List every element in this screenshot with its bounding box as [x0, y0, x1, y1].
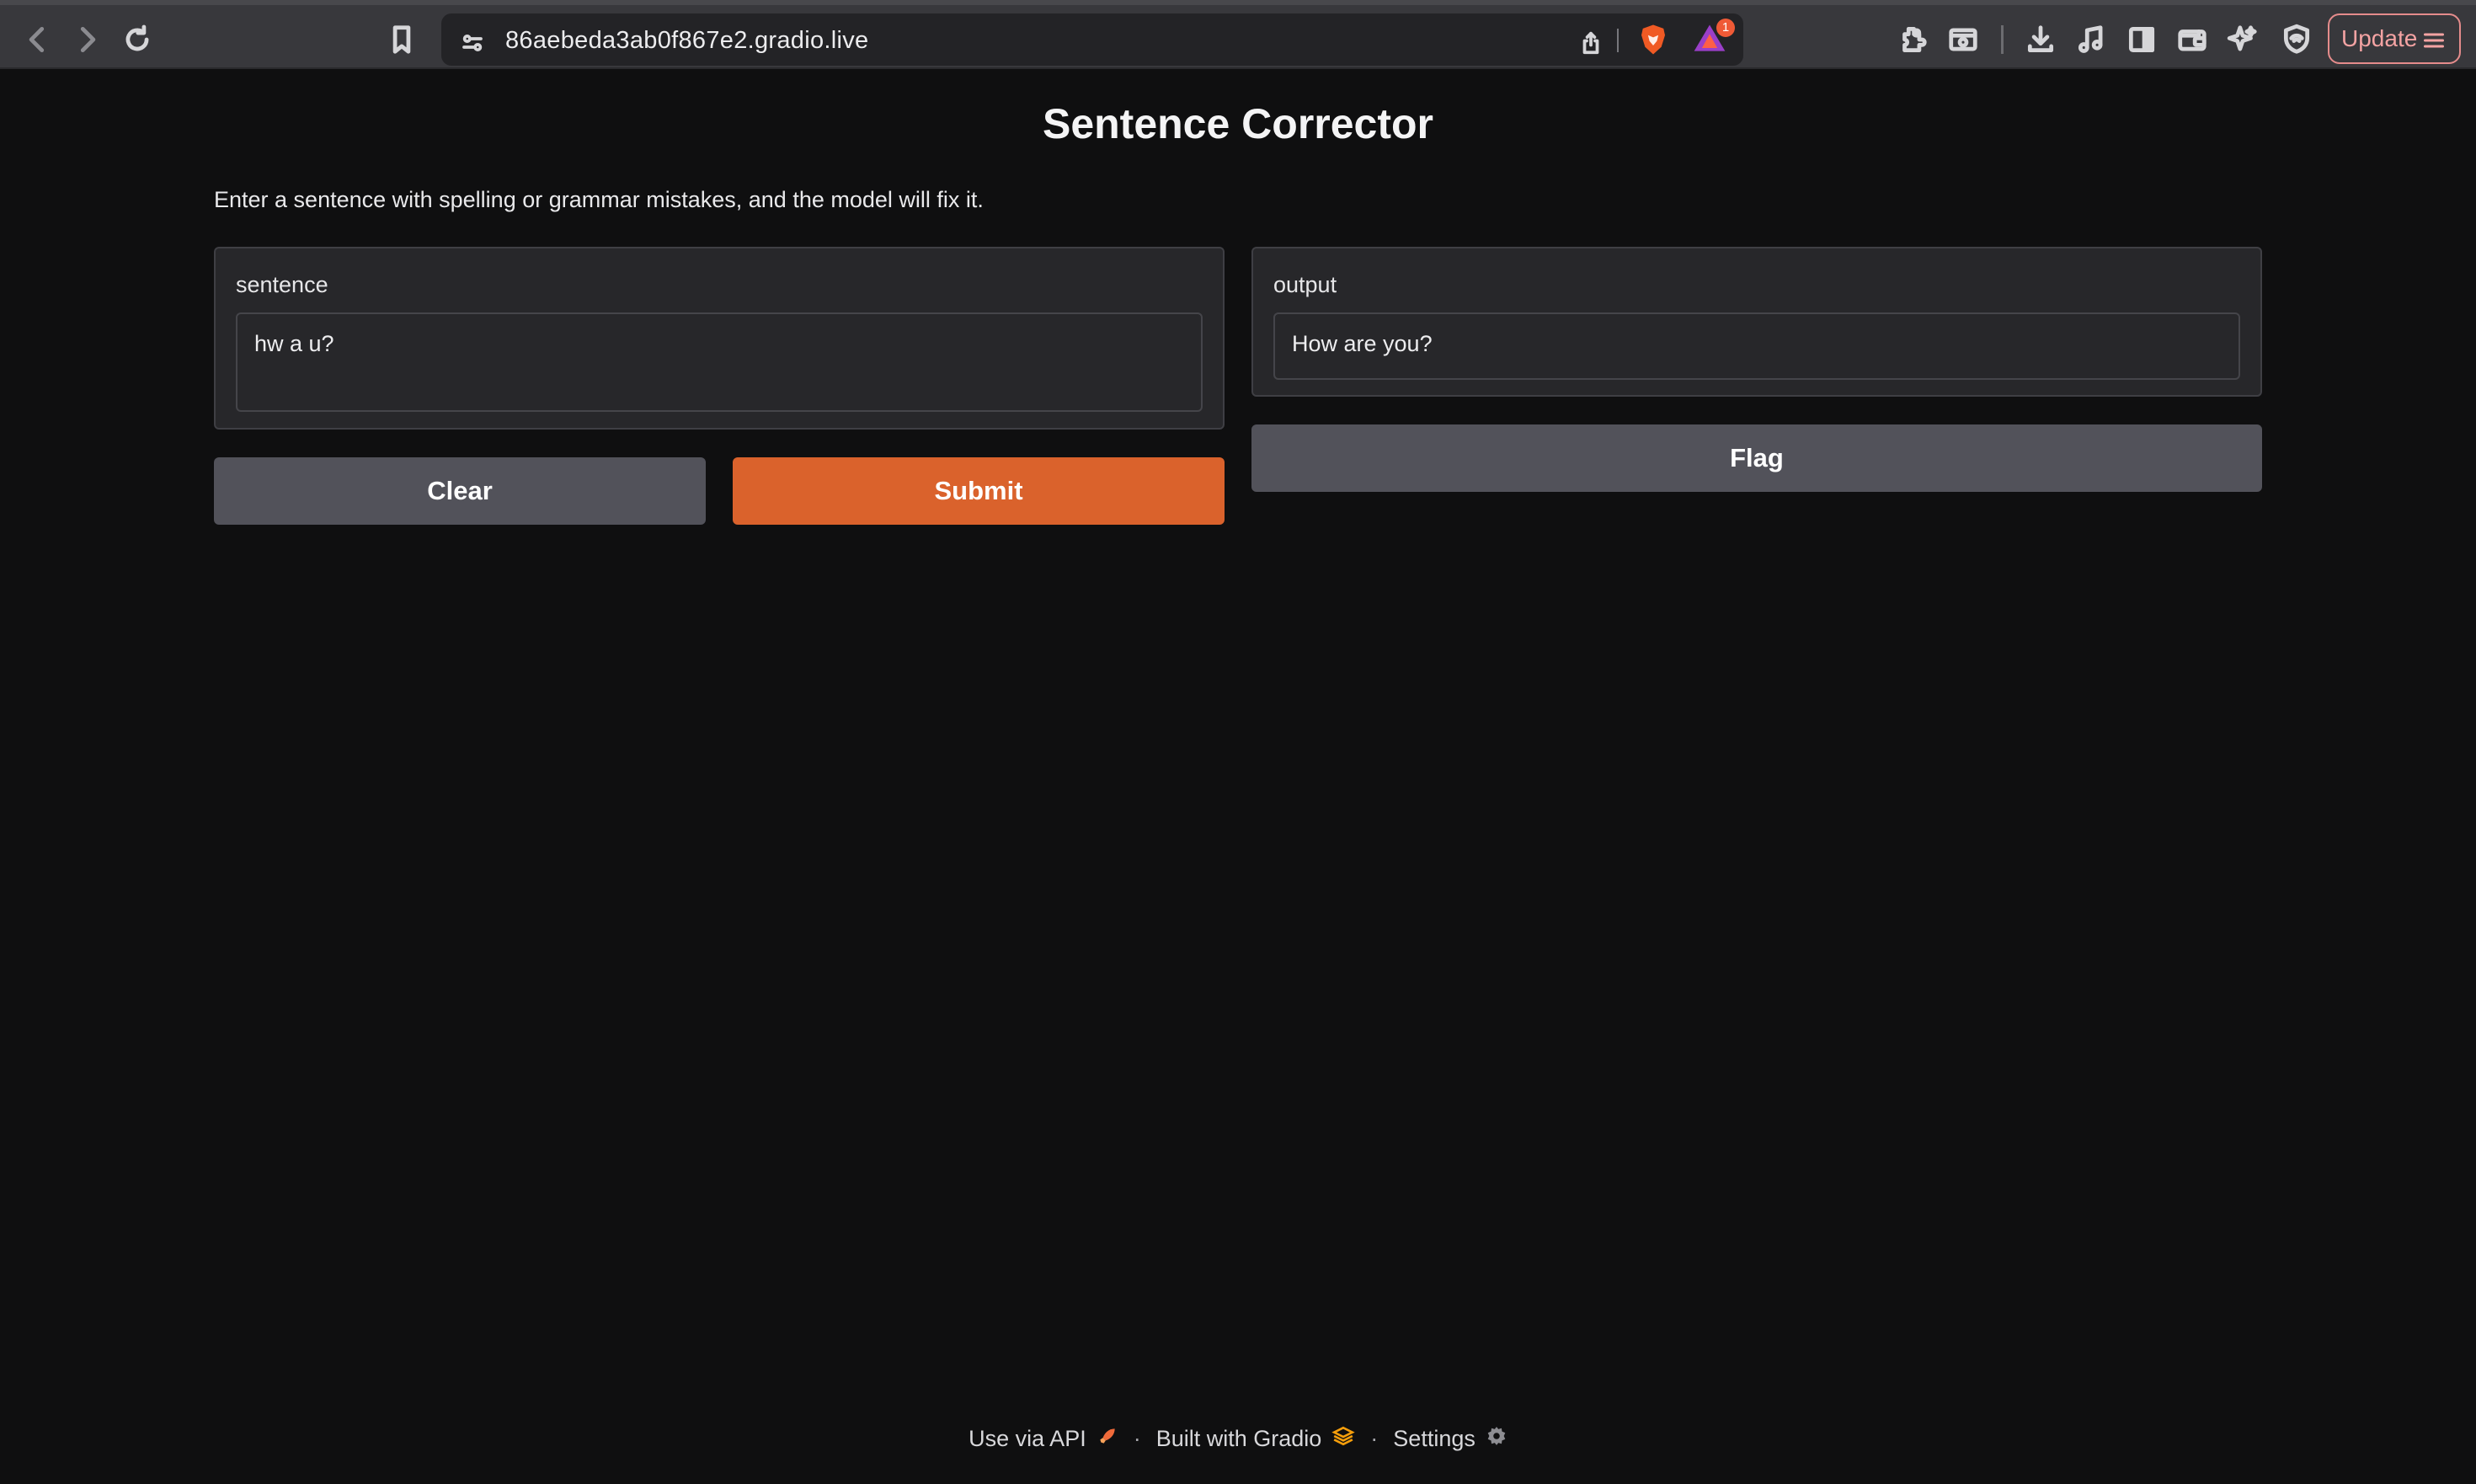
toolbar-divider	[2001, 25, 2004, 54]
output-label: output	[1273, 272, 1337, 297]
built-label: Built with Gradio	[1155, 1425, 1322, 1451]
footer: Use via API · Built with Gradio · Settin…	[0, 1422, 2476, 1455]
sentence-label: sentence	[236, 272, 328, 297]
settings-label: Settings	[1393, 1425, 1475, 1451]
site-settings-icon[interactable]	[453, 24, 492, 62]
brave-rewards-icon[interactable]: 1	[1691, 19, 1735, 59]
update-label: Update	[2341, 25, 2418, 51]
update-button[interactable]: Update	[2328, 13, 2461, 64]
url-text[interactable]: 86aebeda3ab0f867e2.gradio.live	[505, 27, 868, 55]
flag-button[interactable]: Flag	[1251, 424, 2262, 492]
sidebar-icon[interactable]	[2122, 20, 2161, 59]
gradio-logo-icon	[1331, 1425, 1356, 1453]
output-textbox[interactable]: How are you?	[1273, 312, 2240, 380]
submit-label: Submit	[934, 476, 1023, 505]
downloads-icon[interactable]	[2021, 20, 2060, 59]
footer-separator: ·	[1133, 1425, 1141, 1451]
output-value: How are you?	[1292, 331, 1433, 356]
back-icon[interactable]	[19, 20, 57, 59]
reload-icon[interactable]	[118, 20, 157, 59]
sentence-textarea[interactable]: hw a u?	[236, 312, 1203, 412]
footer-separator: ·	[1370, 1425, 1379, 1451]
submit-button[interactable]: Submit	[733, 457, 1225, 525]
output-panel: output How are you?	[1251, 247, 2262, 397]
bookmark-icon[interactable]	[382, 20, 421, 59]
sentence-value: hw a u?	[254, 331, 334, 356]
share-icon[interactable]	[1572, 24, 1610, 62]
gear-icon	[1486, 1425, 1507, 1453]
forward-icon[interactable]	[67, 20, 106, 59]
url-divider	[1617, 29, 1619, 52]
clear-button[interactable]: Clear	[214, 457, 706, 525]
extensions-icon[interactable]	[1893, 20, 1932, 59]
clear-label: Clear	[427, 476, 493, 505]
page-description: Enter a sentence with spelling or gramma…	[214, 187, 984, 212]
address-bar[interactable]: 86aebeda3ab0f867e2.gradio.live 1	[441, 13, 1743, 66]
use-via-api-link[interactable]: Use via API	[969, 1425, 1118, 1453]
settings-link[interactable]: Settings	[1393, 1425, 1507, 1453]
leo-ai-icon[interactable]	[2223, 20, 2262, 59]
page-title: Sentence Corrector	[1042, 100, 1434, 147]
rewards-badge: 1	[1716, 19, 1735, 37]
screenshot-icon[interactable]	[1944, 20, 1982, 59]
rocket-icon	[1097, 1425, 1118, 1453]
vpn-icon[interactable]	[2277, 20, 2316, 59]
flag-label: Flag	[1730, 443, 1784, 472]
media-icon[interactable]	[2072, 20, 2110, 59]
menu-icon[interactable]	[2420, 29, 2447, 58]
wallet-icon[interactable]	[2173, 20, 2212, 59]
sentence-panel: sentence hw a u?	[214, 247, 1225, 430]
built-with-gradio-link[interactable]: Built with Gradio	[1156, 1425, 1356, 1453]
browser-toolbar: 86aebeda3ab0f867e2.gradio.live 1 Update	[0, 0, 2476, 69]
brave-shield-icon[interactable]	[1636, 22, 1671, 57]
api-label: Use via API	[969, 1425, 1086, 1451]
